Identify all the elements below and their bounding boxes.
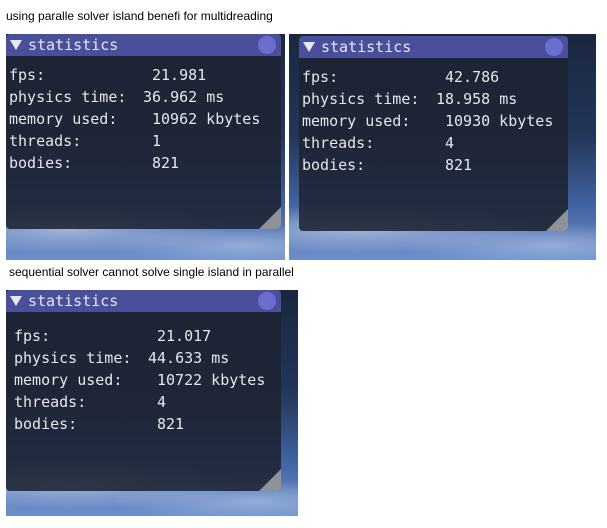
statistics-titlebar[interactable]: statistics [6, 34, 281, 56]
stat-value: 44.633 ms [148, 349, 230, 367]
collapse-triangle-icon[interactable] [10, 40, 22, 50]
stat-row-bodies: bodies: 821 [302, 154, 472, 176]
window-title: statistics [28, 36, 119, 54]
stat-row-physics-time: physics time: 18.958 ms [302, 88, 517, 110]
screenshot-parallel-4-threads: statistics fps: 42.786 physics time: 18.95… [289, 34, 596, 260]
stat-label: bodies: [9, 154, 73, 172]
stat-label: threads: [14, 393, 87, 411]
stat-value: 36.962 ms [143, 88, 225, 106]
stat-row-fps: fps: 21.017 [14, 325, 211, 347]
stat-value: 1 [152, 132, 162, 150]
stat-value: 4 [445, 134, 455, 152]
stat-value: 10962 kbytes [152, 110, 261, 128]
stat-value: 21.981 [152, 66, 207, 84]
stats-list: fps: 21.981 physics time: 36.962 ms memory… [9, 64, 260, 174]
stat-value: 821 [445, 156, 473, 174]
stat-row-threads: threads: 4 [14, 391, 166, 413]
stat-label: fps: [9, 66, 46, 84]
stat-label: memory used: [9, 110, 118, 128]
stat-row-bodies: bodies: 821 [14, 413, 184, 435]
stat-label: fps: [14, 327, 51, 345]
stat-value: 42.786 [445, 68, 500, 86]
stat-row-physics-time: physics time: 44.633 ms [14, 347, 229, 369]
statistics-titlebar[interactable]: statistics [6, 290, 281, 312]
resize-grip-icon[interactable] [259, 207, 281, 229]
stat-label: bodies: [14, 415, 78, 433]
stats-list: fps: 21.017 physics time: 44.633 ms memory… [14, 325, 265, 435]
statistics-window[interactable]: statistics fps: 21.981 physics time: 36.96… [6, 34, 281, 229]
stat-label: memory used: [14, 371, 123, 389]
stat-label: memory used: [302, 112, 411, 130]
stat-row-fps: fps: 21.981 [9, 64, 206, 86]
stat-row-fps: fps: 42.786 [302, 66, 499, 88]
stat-row-memory-used: memory used: 10722 kbytes [14, 369, 265, 391]
screenshot-parallel-1-thread: statistics fps: 21.981 physics time: 36.96… [6, 34, 285, 260]
collapse-triangle-icon[interactable] [10, 296, 22, 306]
stat-value: 10930 kbytes [445, 112, 554, 130]
stat-row-memory-used: memory used: 10930 kbytes [302, 110, 553, 132]
collapse-triangle-icon[interactable] [303, 42, 315, 52]
screenshot-sequential-4-threads: statistics fps: 21.017 physics time: 44.63… [6, 290, 298, 516]
resize-grip-icon[interactable] [546, 209, 568, 231]
stat-value: 4 [157, 393, 167, 411]
stat-label: bodies: [302, 156, 366, 174]
stat-label: physics time: [14, 349, 132, 367]
caption-sequential: sequential solver cannot solve single is… [9, 265, 294, 279]
stat-row-threads: threads: 1 [9, 130, 161, 152]
window-title: statistics [321, 38, 412, 56]
resize-grip-icon[interactable] [259, 469, 281, 491]
stats-list: fps: 42.786 physics time: 18.958 ms memory… [302, 66, 553, 176]
stat-label: threads: [9, 132, 82, 150]
stat-value: 18.958 ms [436, 90, 518, 108]
stat-row-memory-used: memory used: 10962 kbytes [9, 108, 260, 130]
stat-row-physics-time: physics time: 36.962 ms [9, 86, 224, 108]
close-button-icon[interactable] [258, 36, 276, 54]
close-button-icon[interactable] [545, 38, 563, 56]
caption-parallel: using paralle solver island benefi for m… [6, 9, 273, 23]
stat-value: 821 [157, 415, 185, 433]
stat-label: fps: [302, 68, 339, 86]
stat-value: 821 [152, 154, 180, 172]
stat-label: threads: [302, 134, 375, 152]
statistics-titlebar[interactable]: statistics [299, 36, 568, 58]
stat-row-bodies: bodies: 821 [9, 152, 179, 174]
window-title: statistics [28, 292, 119, 310]
close-button-icon[interactable] [258, 292, 276, 310]
statistics-window[interactable]: statistics fps: 21.017 physics time: 44.63… [6, 290, 281, 491]
stat-value: 21.017 [157, 327, 212, 345]
statistics-window[interactable]: statistics fps: 42.786 physics time: 18.95… [299, 36, 568, 231]
stat-value: 10722 kbytes [157, 371, 266, 389]
stat-row-threads: threads: 4 [302, 132, 454, 154]
stat-label: physics time: [302, 90, 420, 108]
stat-label: physics time: [9, 88, 127, 106]
